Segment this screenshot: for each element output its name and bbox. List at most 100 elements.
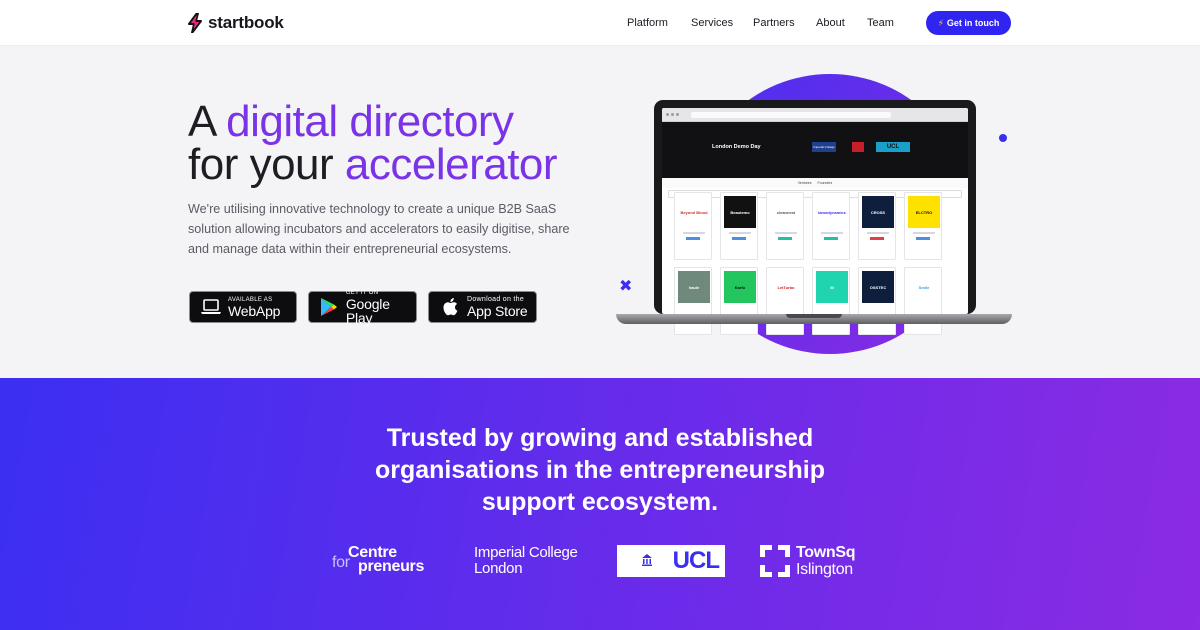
- address-bar: [691, 111, 891, 118]
- screen-tabs: Ventures Founders: [662, 178, 968, 188]
- lightning-icon: [188, 13, 202, 33]
- venture-card-logo: Beyond Blood: [678, 196, 710, 228]
- laptop-notch: [786, 314, 842, 318]
- store-small-label: GET IT ON: [345, 289, 379, 296]
- cta-label: Get in touch: [946, 18, 1000, 28]
- trust-heading: Trusted by growing and established organ…: [0, 422, 1200, 518]
- venture-card: ELCTRO: [904, 192, 942, 260]
- x-decoration: ✖: [619, 278, 633, 295]
- venture-card-logo: ELCTRO: [908, 196, 940, 228]
- lightning-icon: ⚡: [937, 17, 944, 28]
- venture-card-tag: [916, 237, 930, 240]
- venture-card: OSSTEC: [858, 267, 896, 335]
- venture-card-title-line: [683, 232, 705, 234]
- portico-icon: [642, 554, 652, 566]
- venture-card-tag: [824, 237, 838, 240]
- nav-link-partners[interactable]: Partners: [753, 17, 795, 29]
- venture-card-tag: [732, 237, 746, 240]
- browser-toolbar: [662, 108, 968, 122]
- townsq-line2: Islington: [796, 561, 853, 578]
- venture-card-title-line: [867, 232, 889, 234]
- hero-headline: A digital directory for your accelerator: [188, 97, 558, 189]
- brand-logo[interactable]: startbook: [188, 12, 284, 34]
- headline-accent-2: accelerator: [344, 140, 558, 189]
- window-dot: [676, 113, 679, 116]
- webapp-button[interactable]: AVAILABLE AS WebApp: [189, 291, 297, 323]
- hero-description: We're utilising innovative technology to…: [188, 202, 570, 256]
- red-logo-mini: [852, 142, 864, 152]
- laptop-icon: [200, 296, 222, 318]
- google-play-icon: [319, 296, 340, 318]
- venture-card: LetTurbo: [766, 267, 804, 335]
- venture-card: lamodynamics: [812, 192, 850, 260]
- venture-card-logo: CROSS: [862, 196, 894, 228]
- screen-tab: Founders: [817, 181, 833, 185]
- townsq-bracket-icon: [760, 545, 790, 577]
- icl-line2: London: [474, 560, 523, 577]
- dot-decoration: [999, 134, 1007, 142]
- cfe-line2: preneurs: [358, 558, 425, 575]
- townsq-islington-logo: TownSq Islington: [760, 543, 856, 579]
- headline-accent-1: digital directory: [226, 97, 514, 146]
- venture-card-tag: [778, 237, 792, 240]
- app-store-button[interactable]: Download on the App Store: [428, 291, 537, 323]
- nav-link-about[interactable]: About: [816, 17, 845, 29]
- store-small-label: AVAILABLE AS: [228, 296, 273, 303]
- get-in-touch-button[interactable]: ⚡ Get in touch: [926, 11, 1011, 35]
- window-dot: [671, 113, 674, 116]
- demo-day-title: London Demo Day: [712, 144, 761, 150]
- brand-name: startbook: [208, 13, 284, 32]
- venture-card: cleannest: [766, 192, 804, 260]
- headline-text-1: A: [188, 97, 227, 146]
- venture-card: M: [812, 267, 850, 335]
- ucl-logo-mini: UCL: [876, 142, 910, 152]
- laptop-mockup: London Demo Day Imperial College UCL Ven…: [654, 100, 976, 335]
- venture-card-logo: LetTurbo: [770, 271, 802, 303]
- venture-card-tag: [686, 237, 700, 240]
- venture-card: Karfu: [720, 267, 758, 335]
- venture-card-tag: [870, 237, 884, 240]
- venture-card-title-line: [913, 232, 935, 234]
- google-play-button[interactable]: GET IT ON Google Play: [308, 289, 417, 326]
- venture-card-logo: cleannest: [770, 196, 802, 228]
- store-big-label: Google Play: [345, 295, 390, 326]
- nav-link-services[interactable]: Services: [691, 17, 733, 29]
- store-small-label: Download on the: [467, 296, 525, 303]
- centre-for-entrepreneurs-logo: Centre for preneurs: [332, 544, 442, 578]
- venture-card: CROSS: [858, 192, 896, 260]
- townsq-line1: TownSq: [796, 544, 856, 561]
- apple-icon: [439, 296, 461, 318]
- ucl-logo: UCL: [617, 545, 725, 577]
- top-navbar: startbook Platform Services Partners Abo…: [0, 0, 1200, 46]
- trust-heading-line: support ecosystem.: [481, 488, 719, 516]
- store-big-label: App Store: [467, 303, 528, 319]
- icl-line1: Imperial College: [474, 544, 578, 561]
- window-dot: [666, 113, 669, 116]
- venture-card-logo: lamodynamics: [816, 196, 848, 228]
- venture-card: haule: [674, 267, 712, 335]
- venture-card: Smile: [904, 267, 942, 335]
- venture-card-logo: M: [816, 271, 848, 303]
- screen-tab: Ventures: [797, 181, 812, 185]
- venture-card-title-line: [775, 232, 797, 234]
- venture-card: Beyond Blood: [674, 192, 712, 260]
- venture-card-logo: Beautemo: [724, 196, 756, 228]
- imperial-logo-mini: Imperial College: [812, 142, 836, 152]
- ucl-text: UCL: [672, 547, 720, 574]
- demo-day-banner: London Demo Day Imperial College UCL: [662, 122, 968, 178]
- cfe-for: for: [332, 554, 350, 571]
- store-big-label: WebApp: [228, 302, 281, 319]
- trust-heading-line: Trusted by growing and established: [386, 424, 814, 452]
- venture-card-title-line: [729, 232, 751, 234]
- venture-card: Beautemo: [720, 192, 758, 260]
- venture-card-logo: haule: [678, 271, 710, 303]
- nav-link-platform[interactable]: Platform: [627, 17, 668, 29]
- trust-heading-line: organisations in the entrepreneurship: [374, 456, 826, 484]
- headline-text-2: for your: [188, 140, 345, 189]
- imperial-college-logo: Imperial College London: [474, 545, 578, 577]
- nav-link-team[interactable]: Team: [867, 17, 894, 29]
- hero-section: [0, 47, 1200, 378]
- venture-card-logo: Smile: [908, 271, 940, 303]
- venture-card-logo: Karfu: [724, 271, 756, 303]
- venture-card-logo: OSSTEC: [862, 271, 894, 303]
